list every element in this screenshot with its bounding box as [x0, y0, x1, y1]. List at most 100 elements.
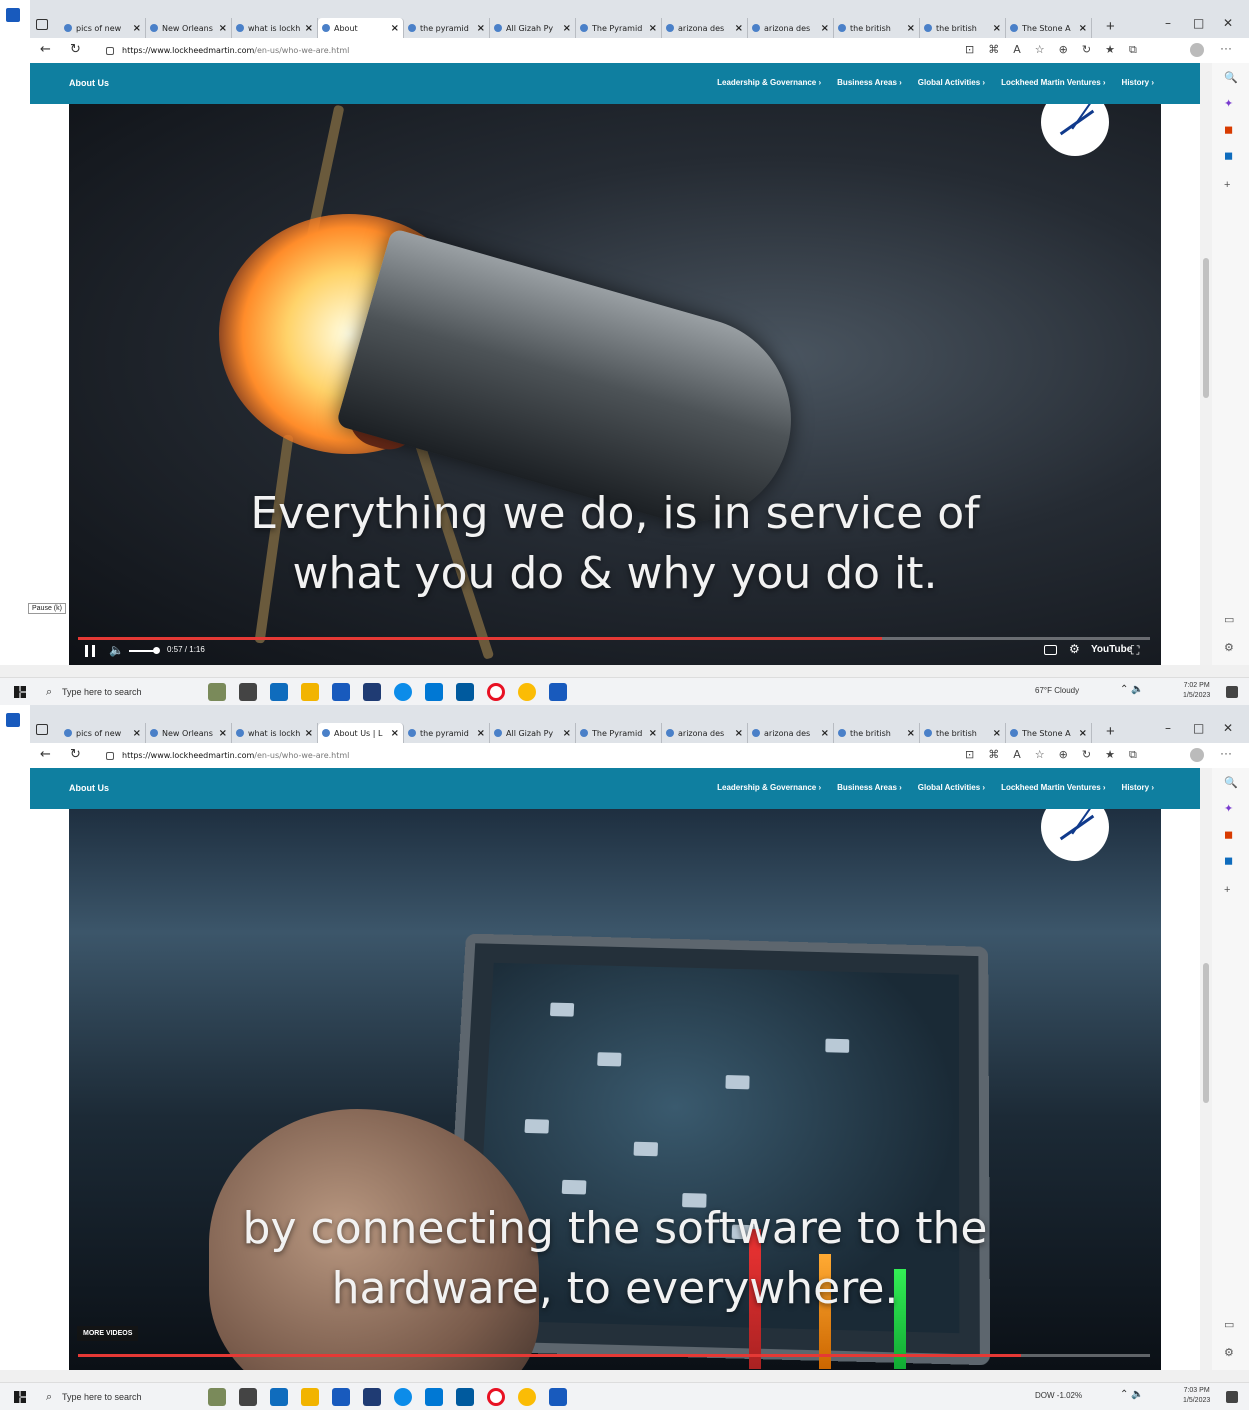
close-icon[interactable]: ×	[477, 728, 485, 739]
discover-icon[interactable]: ✦	[1224, 97, 1233, 110]
tab[interactable]: arizona des ×	[748, 18, 834, 38]
site-section-title[interactable]: About Us	[69, 78, 109, 88]
tab-active[interactable]: About ×	[318, 18, 404, 38]
nav-link-leadership[interactable]: Leadership & Governance	[717, 78, 821, 87]
favorite-add-icon[interactable]: ☆	[1035, 748, 1045, 762]
taskbar-clock[interactable]: 7:03 PM 1/5/2023	[1183, 1386, 1210, 1406]
tab[interactable]: the pyramid ×	[404, 723, 490, 743]
nav-link-ventures[interactable]: Lockheed Martin Ventures	[1001, 783, 1105, 792]
maximize-button[interactable]: □	[1193, 16, 1204, 30]
refresh-extension-icon[interactable]: ↻	[1082, 748, 1091, 762]
file-explorer-icon[interactable]	[301, 683, 319, 701]
task-view-icon[interactable]	[239, 683, 257, 701]
extension-icon[interactable]: ⊕	[1059, 748, 1068, 762]
outlook-app-icon[interactable]	[270, 683, 288, 701]
word-app-icon[interactable]	[549, 683, 567, 701]
outlook-icon[interactable]: ◼	[1224, 149, 1233, 162]
extension-icon[interactable]: ⊕	[1059, 43, 1068, 57]
tab[interactable]: arizona des ×	[662, 18, 748, 38]
tab[interactable]: arizona des ×	[662, 723, 748, 743]
close-icon[interactable]: ×	[1079, 23, 1087, 34]
close-icon[interactable]: ×	[563, 728, 571, 739]
photos-icon[interactable]	[456, 683, 474, 701]
youtube-logo[interactable]: YouTube	[1091, 644, 1132, 655]
close-window-button[interactable]: ✕	[1223, 16, 1233, 30]
read-aloud-icon[interactable]: ⊡	[965, 748, 974, 762]
close-icon[interactable]: ×	[649, 23, 657, 34]
taskbar-search[interactable]: Type here to search	[40, 1387, 200, 1407]
scrollbar-thumb[interactable]	[1203, 963, 1209, 1103]
tab[interactable]: All Gizah Py ×	[490, 18, 576, 38]
profile-avatar[interactable]	[1190, 43, 1204, 57]
outlook-app-icon[interactable]	[270, 1388, 288, 1406]
nav-link-history[interactable]: History	[1122, 783, 1154, 792]
back-button[interactable]: ←	[40, 747, 51, 762]
video-player[interactable]: Everything we do, is in service of what …	[69, 104, 1161, 665]
close-icon[interactable]: ×	[993, 23, 1001, 34]
speaker-icon[interactable]	[322, 24, 330, 32]
video-progress-bar[interactable]	[78, 1354, 1150, 1357]
volume-slider[interactable]	[129, 647, 160, 654]
close-icon[interactable]: ×	[735, 23, 743, 34]
settings-gear-icon[interactable]: ⚙	[1069, 642, 1080, 656]
taskbar-clock[interactable]: 7:02 PM 1/5/2023	[1183, 681, 1210, 701]
more-menu-button[interactable]: ···	[1220, 746, 1232, 760]
tab[interactable]: The Pyramid ×	[576, 723, 662, 743]
calculator-icon[interactable]	[363, 683, 381, 701]
text-size-icon[interactable]: A	[1013, 43, 1021, 57]
page-scrollbar[interactable]	[1200, 768, 1212, 1370]
tab[interactable]: arizona des ×	[748, 723, 834, 743]
text-size-icon[interactable]: A	[1013, 748, 1021, 762]
opera-icon[interactable]	[487, 683, 505, 701]
tab[interactable]: what is lockh ×	[232, 723, 318, 743]
more-menu-button[interactable]: ···	[1220, 41, 1232, 55]
close-icon[interactable]: ×	[563, 23, 571, 34]
notifications-icon[interactable]	[1226, 686, 1238, 698]
nav-link-business-areas[interactable]: Business Areas	[837, 78, 902, 87]
tab[interactable]: the british ×	[920, 723, 1006, 743]
captions-button[interactable]	[1044, 645, 1057, 655]
outlook-icon[interactable]: ◼	[1224, 854, 1233, 867]
tab[interactable]: pics of new ×	[60, 18, 146, 38]
site-section-title[interactable]: About Us	[69, 783, 109, 793]
new-tab-button[interactable]: +	[1106, 18, 1115, 35]
tab[interactable]: pics of new ×	[60, 723, 146, 743]
minimize-button[interactable]: –	[1165, 721, 1171, 735]
task-view-icon[interactable]	[239, 1388, 257, 1406]
tab-actions-icon[interactable]	[36, 19, 48, 30]
close-icon[interactable]: ×	[133, 728, 141, 739]
url-field[interactable]: https://www.lockheedmartin.com/en-us/who…	[106, 42, 606, 59]
nav-link-global-activities[interactable]: Global Activities	[918, 78, 985, 87]
windows-start-icon[interactable]	[14, 1391, 26, 1403]
add-sidebar-app-icon[interactable]: +	[1224, 884, 1230, 896]
profile-avatar[interactable]	[1190, 748, 1204, 762]
collections-icon[interactable]: ⧉	[1129, 43, 1137, 57]
chrome-icon[interactable]	[518, 683, 536, 701]
windows-start-icon[interactable]	[14, 686, 26, 698]
read-aloud-icon[interactable]: ⊡	[965, 43, 974, 57]
search-icon[interactable]: 🔍	[1224, 776, 1238, 789]
page-scrollbar[interactable]	[1200, 63, 1212, 665]
collections-icon[interactable]: ⧉	[1129, 748, 1137, 762]
close-icon[interactable]: ×	[391, 728, 399, 739]
close-icon[interactable]: ×	[821, 728, 829, 739]
nav-link-history[interactable]: History	[1122, 78, 1154, 87]
app-icon[interactable]	[332, 1388, 350, 1406]
word-app-icon[interactable]	[549, 1388, 567, 1406]
url-field[interactable]: https://www.lockheedmartin.com/en-us/who…	[106, 747, 606, 764]
office-icon[interactable]: ◼	[1224, 828, 1233, 841]
search-icon[interactable]: 🔍	[1224, 71, 1238, 84]
refresh-button[interactable]: ↻	[70, 42, 81, 57]
mail-icon[interactable]	[425, 683, 443, 701]
tab[interactable]: The Pyramid ×	[576, 18, 662, 38]
sidebar-toggle-icon[interactable]: ▭	[1224, 1318, 1234, 1331]
tab[interactable]: the pyramid ×	[404, 18, 490, 38]
new-tab-button[interactable]: +	[1106, 723, 1115, 740]
tab[interactable]: All Gizah Py ×	[490, 723, 576, 743]
news-widget-icon[interactable]	[208, 1388, 226, 1406]
volume-icon[interactable]: 🔈	[109, 643, 124, 657]
back-button[interactable]: ←	[40, 42, 51, 57]
nav-link-global-activities[interactable]: Global Activities	[918, 783, 985, 792]
discover-icon[interactable]: ✦	[1224, 802, 1233, 815]
close-icon[interactable]: ×	[907, 728, 915, 739]
